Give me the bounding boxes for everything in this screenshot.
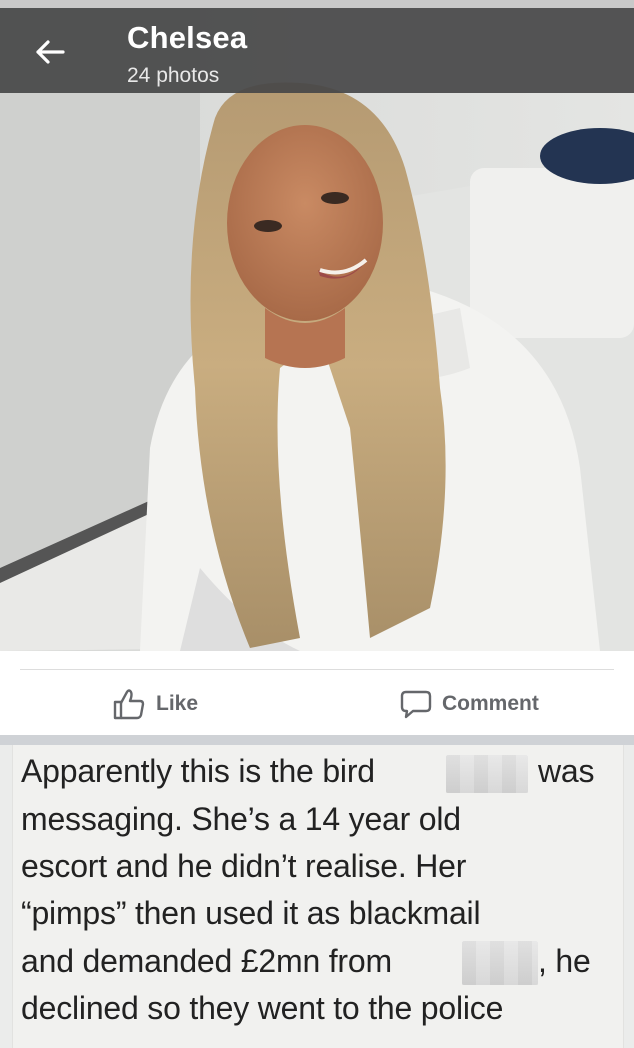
redacted-name <box>462 941 538 985</box>
photo-count: 24 photos <box>127 64 220 87</box>
thumbs-up-icon <box>113 689 145 720</box>
redacted-name <box>446 755 528 793</box>
text-line-1-start: Apparently this is the bird <box>21 753 375 789</box>
section-gap <box>0 735 634 745</box>
like-button[interactable]: Like <box>112 687 198 721</box>
text-line-5-end: , he <box>538 943 591 979</box>
photo-viewer[interactable] <box>0 8 634 651</box>
text-line-3: escort and he didn’t realise. Her <box>21 848 467 884</box>
divider <box>20 669 614 670</box>
photo <box>0 8 634 651</box>
text-line-4: “pimps” then used it as blackmail <box>21 895 481 931</box>
arrow-left-icon <box>36 40 65 64</box>
album-title: Chelsea <box>127 20 248 55</box>
text-line-6: declined so they went to the police <box>21 990 504 1026</box>
message-screenshot: Apparently this is the bird was messagin… <box>0 745 634 1048</box>
text-line-5-start: and demanded £2mn from <box>21 943 392 979</box>
comment-bubble-icon <box>400 690 432 719</box>
like-label: Like <box>156 692 199 715</box>
comment-button[interactable]: Comment <box>400 687 539 721</box>
album-header: Chelsea 24 photos <box>0 8 634 93</box>
back-button[interactable] <box>30 32 70 72</box>
photo-actions: Like Comment <box>0 651 634 735</box>
text-line-2: messaging. She’s a 14 year old <box>21 801 461 837</box>
top-strip <box>0 0 634 8</box>
comment-label: Comment <box>442 692 539 715</box>
text-line-1-end: was <box>538 753 595 789</box>
